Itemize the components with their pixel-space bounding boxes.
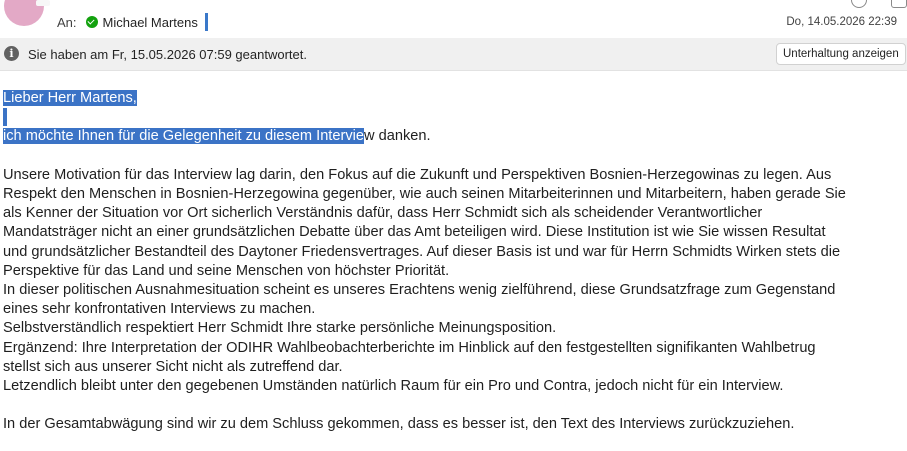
paragraph-line: Respekt den Menschen in Bosnien-Herzegow… — [3, 186, 846, 202]
info-icon: i — [4, 46, 19, 61]
reply-info-bar: i Sie haben am Fr, 15.05.2026 07:59 gean… — [0, 38, 907, 71]
paragraph-line: als Kenner der Situation vor Ort sicherl… — [3, 205, 763, 222]
recipient-row: An: Michael Martens — [57, 12, 208, 32]
selection-blank-marker — [3, 108, 7, 127]
greeting-line: Lieber Herr Martens, — [3, 89, 903, 108]
selected-thanks: ich möchte Ihnen für die Gelegenheit zu … — [3, 128, 364, 145]
empty-selected-line — [3, 108, 903, 127]
message-date: Do, 14.05.2026 22:39 — [786, 16, 897, 28]
reply-info-text: Sie haben am Fr, 15.05.2026 07:59 geantw… — [28, 47, 307, 62]
to-label: An: — [57, 14, 77, 30]
more-actions-icon[interactable] — [891, 0, 907, 8]
paragraph-line: Selbstverständlich respektiert Herr Schm… — [3, 320, 557, 337]
paragraph-line: und grundsätzlicher Bestandteil des Dayt… — [3, 243, 841, 260]
paragraph-line: In dieser politischen Ausnahmesituation … — [3, 282, 836, 299]
thanks-line: ich möchte Ihnen für die Gelegenheit zu … — [3, 127, 903, 146]
text-cursor — [204, 13, 208, 31]
message-header: An: Michael Martens Do, 14.05.2026 22:39 — [0, 0, 907, 38]
paragraph-line: Mandatsträger nicht an einer grundsätzli… — [3, 224, 826, 241]
show-conversation-button[interactable]: Unterhaltung anzeigen — [776, 43, 906, 65]
recipient-name[interactable]: Michael Martens — [103, 15, 198, 30]
available-check-icon — [85, 16, 98, 28]
paragraph-line: Perspektive für das Land und seine Mensc… — [3, 262, 450, 279]
header-action-icons — [851, 0, 907, 8]
thanks-rest: w danken. — [364, 128, 431, 145]
paragraph-line: Unsere Motivation für das Interview lag … — [3, 166, 832, 183]
paragraph-line: stellst sich aus unserer Sicht nicht als… — [3, 358, 343, 375]
reaction-icon[interactable] — [851, 0, 867, 8]
paragraph-line: Letzendlich bleibt unter den gegebenen U… — [3, 378, 784, 395]
message-body[interactable]: Lieber Herr Martens, ich möchte Ihnen fü… — [3, 89, 903, 435]
paragraph-line: Ergänzend: Ihre Interpretation der ODIHR… — [3, 339, 816, 356]
avatar-overlay — [36, 0, 50, 6]
paragraph-line: eines sehr konfrontativen Interviews zu … — [3, 301, 316, 318]
conclusion-line: In der Gesamtabwägung sind wir zu dem Sc… — [3, 416, 795, 433]
selected-greeting: Lieber Herr Martens, — [3, 90, 137, 106]
